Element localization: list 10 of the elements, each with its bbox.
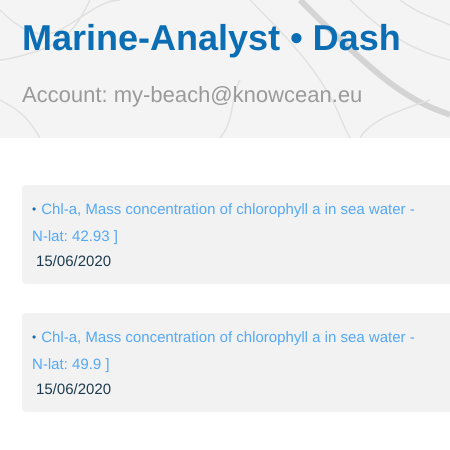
dataset-link[interactable]: N-lat: 49.9 ] (32, 351, 110, 378)
bullet: • (32, 329, 36, 346)
date-label: 15/06/2020 (35, 380, 112, 400)
bullet: • (32, 201, 36, 218)
date-label: 15/06/2020 (35, 252, 112, 272)
dataset-link[interactable]: Chl-a, Mass concentration of chlorophyll a in sea water - (41, 324, 415, 351)
account-label: Account: my-beach@knowcean.eu (22, 81, 364, 109)
page-title: Marine-Analyst • Dash (22, 16, 402, 60)
dataset-link[interactable]: N-lat: 42.93 ] (32, 223, 118, 250)
dataset-link[interactable]: Chl-a, Mass concentration of chlorophyll a in sea water - (41, 196, 415, 223)
